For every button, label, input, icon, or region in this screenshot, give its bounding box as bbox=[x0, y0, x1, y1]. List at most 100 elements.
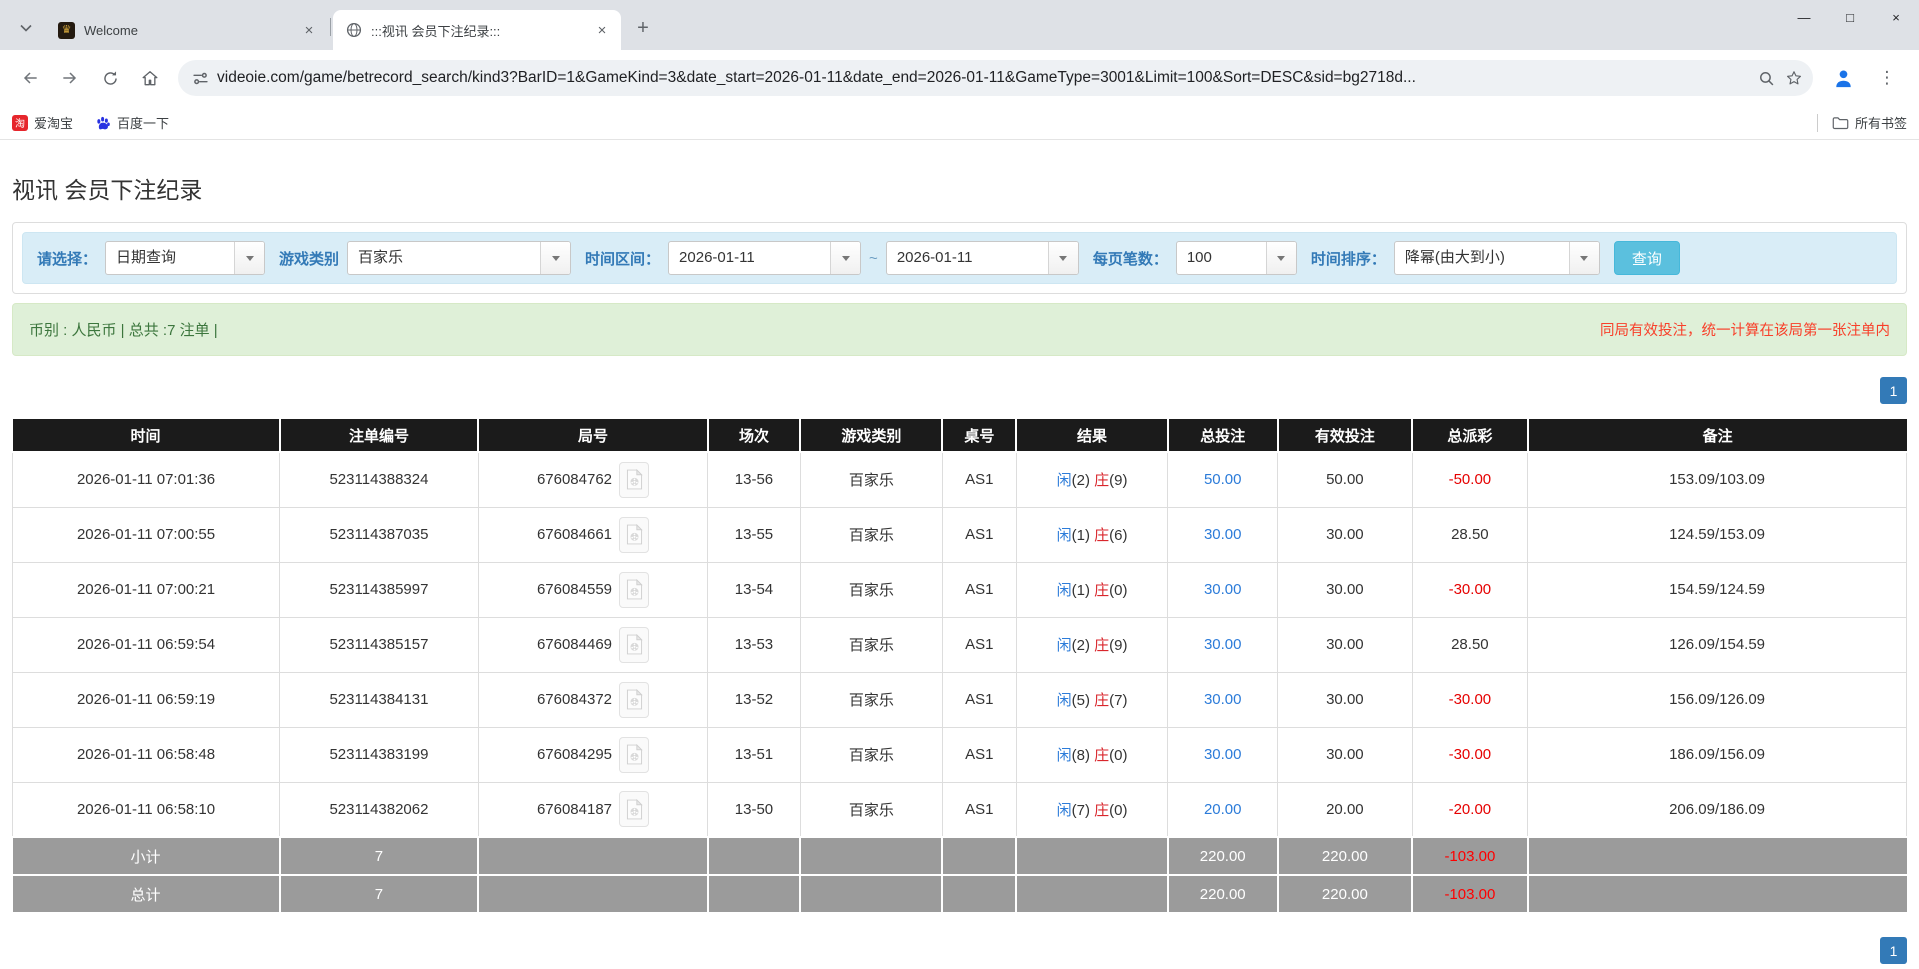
bookmarks-bar: 淘 爱淘宝 百度一下 所有书签 bbox=[0, 106, 1919, 140]
film-file-icon bbox=[626, 469, 643, 490]
cell-total-bet[interactable]: 50.00 bbox=[1167, 451, 1279, 508]
browser-menu-icon[interactable]: ⋮ bbox=[1871, 62, 1903, 94]
cell-table-no: AS1 bbox=[941, 616, 1017, 673]
film-file-icon bbox=[626, 634, 643, 655]
game-kind-value: 百家乐 bbox=[358, 249, 404, 266]
cell-remark: 206.09/186.09 bbox=[1527, 781, 1907, 838]
tab-close-icon[interactable]: × bbox=[300, 21, 318, 39]
cell-game-kind: 百家乐 bbox=[799, 451, 943, 508]
cell-game-kind: 百家乐 bbox=[799, 671, 943, 728]
cell-payout: -30.00 bbox=[1411, 726, 1529, 783]
url-bar[interactable]: videoie.com/game/betrecord_search/kind3?… bbox=[178, 60, 1813, 96]
url-text[interactable]: videoie.com/game/betrecord_search/kind3?… bbox=[217, 69, 1748, 87]
column-header: 总派彩 bbox=[1411, 419, 1529, 453]
totals-cell: 220.00 bbox=[1166, 874, 1279, 914]
chevron-down-icon[interactable] bbox=[1568, 242, 1599, 274]
cell-table-no: AS1 bbox=[941, 671, 1017, 728]
cell-remark: 153.09/103.09 bbox=[1527, 451, 1907, 508]
bookmarks-separator bbox=[1816, 113, 1818, 132]
game-kind-select[interactable]: 百家乐 bbox=[347, 241, 572, 275]
date-end-input[interactable]: 2026-01-11 bbox=[885, 241, 1079, 275]
all-bookmarks-button[interactable]: 所有书签 bbox=[1832, 113, 1907, 132]
video-replay-button[interactable] bbox=[619, 626, 650, 663]
cell-session: 13-56 bbox=[707, 451, 801, 508]
bookmark-taobao[interactable]: 淘 爱淘宝 bbox=[12, 113, 73, 132]
window-controls: — □ × bbox=[1781, 0, 1919, 34]
video-replay-button[interactable] bbox=[619, 516, 650, 553]
sort-select[interactable]: 降幂(由大到小) bbox=[1393, 241, 1600, 275]
cell-round: 676084559 bbox=[477, 561, 709, 618]
cell-bet-id: 523114387035 bbox=[279, 506, 479, 563]
video-replay-button[interactable] bbox=[619, 571, 650, 608]
video-replay-button[interactable] bbox=[619, 461, 650, 498]
cell-payout: 28.50 bbox=[1411, 506, 1529, 563]
maximize-button[interactable]: □ bbox=[1827, 0, 1873, 34]
totals-cell bbox=[799, 836, 944, 876]
cell-valid-bet: 30.00 bbox=[1277, 561, 1413, 618]
home-icon[interactable] bbox=[133, 61, 167, 95]
cell-result: 闲(8) 庄(0) bbox=[1015, 726, 1169, 783]
sort-value: 降幂(由大到小) bbox=[1404, 249, 1505, 266]
all-bookmarks-label: 所有书签 bbox=[1854, 116, 1907, 131]
chevron-down-icon[interactable] bbox=[234, 242, 265, 274]
cell-total-bet[interactable]: 30.00 bbox=[1167, 726, 1279, 783]
cell-time: 2026-01-11 07:01:36 bbox=[11, 451, 281, 508]
cell-time: 2026-01-11 06:59:54 bbox=[11, 616, 281, 673]
minimize-button[interactable]: — bbox=[1781, 0, 1827, 34]
per-page-select[interactable]: 100 bbox=[1175, 241, 1297, 275]
chevron-down-icon[interactable] bbox=[540, 242, 571, 274]
cell-total-bet[interactable]: 30.00 bbox=[1167, 561, 1279, 618]
query-type-select[interactable]: 日期查询 bbox=[105, 241, 266, 275]
bookmark-star-icon[interactable] bbox=[1785, 69, 1803, 87]
query-type-value: 日期查询 bbox=[116, 249, 177, 266]
tab-search-chevron-icon[interactable] bbox=[12, 14, 40, 42]
chevron-down-icon[interactable] bbox=[1047, 242, 1078, 274]
cell-table-no: AS1 bbox=[941, 506, 1017, 563]
new-tab-button[interactable]: + bbox=[629, 14, 657, 42]
cell-round: 676084762 bbox=[477, 451, 709, 508]
chevron-down-icon[interactable] bbox=[1265, 242, 1296, 274]
video-replay-button[interactable] bbox=[619, 736, 650, 773]
totals-row: 小计 7 220.00 220.00 -103.00 bbox=[12, 836, 1907, 876]
cell-time: 2026-01-11 06:58:48 bbox=[11, 726, 281, 783]
cell-total-bet[interactable]: 30.00 bbox=[1167, 616, 1279, 673]
date-start-value: 2026-01-11 bbox=[679, 249, 755, 266]
tab-title: Welcome bbox=[84, 22, 138, 38]
back-icon[interactable] bbox=[13, 61, 47, 95]
column-header: 游戏类别 bbox=[799, 419, 944, 453]
totals-cell bbox=[1015, 874, 1169, 914]
refresh-icon[interactable] bbox=[93, 61, 127, 95]
bookmark-label: 百度一下 bbox=[117, 116, 170, 131]
cell-total-bet[interactable]: 20.00 bbox=[1167, 781, 1279, 838]
totals-cell bbox=[1526, 836, 1907, 876]
page-1-button[interactable]: 1 bbox=[1880, 377, 1907, 404]
zoom-icon[interactable] bbox=[1758, 70, 1775, 87]
table-row: 2026-01-11 07:01:36 523114388324 6760847… bbox=[11, 451, 1907, 508]
close-button[interactable]: × bbox=[1873, 0, 1919, 34]
page-1-button[interactable]: 1 bbox=[1880, 937, 1907, 964]
date-start-input[interactable]: 2026-01-11 bbox=[668, 241, 862, 275]
round-id: 676084559 bbox=[536, 581, 613, 598]
cell-round: 676084295 bbox=[477, 726, 709, 783]
cell-payout: -20.00 bbox=[1411, 781, 1529, 838]
video-replay-button[interactable] bbox=[619, 791, 650, 828]
tab-close-icon[interactable]: × bbox=[593, 21, 611, 39]
site-info-tune-icon[interactable] bbox=[192, 70, 209, 87]
totals-cell bbox=[706, 836, 802, 876]
bet-record-table: 时间 注单编号 局号 场次 游戏类别 桌号 结果 总投注 有效投注 总派彩 备注 2026-01-1… bbox=[11, 419, 1907, 914]
forward-icon[interactable] bbox=[53, 61, 87, 95]
cell-total-bet[interactable]: 30.00 bbox=[1167, 506, 1279, 563]
profile-avatar-icon[interactable] bbox=[1827, 62, 1859, 94]
cell-table-no: AS1 bbox=[941, 726, 1017, 783]
tab-welcome[interactable]: ♛ Welcome × bbox=[46, 10, 328, 50]
chevron-down-icon[interactable] bbox=[830, 242, 861, 274]
table-row: 2026-01-11 07:00:55 523114387035 6760846… bbox=[11, 506, 1907, 563]
video-replay-button[interactable] bbox=[619, 681, 650, 718]
search-button[interactable]: 查询 bbox=[1613, 241, 1680, 275]
tab-betrecord[interactable]: :::视讯 会员下注纪录::: × bbox=[333, 10, 621, 50]
column-header: 总投注 bbox=[1166, 419, 1279, 453]
cell-total-bet[interactable]: 30.00 bbox=[1167, 671, 1279, 728]
bookmark-baidu[interactable]: 百度一下 bbox=[95, 113, 169, 132]
cell-remark: 186.09/156.09 bbox=[1527, 726, 1907, 783]
cell-bet-id: 523114385157 bbox=[279, 616, 479, 673]
